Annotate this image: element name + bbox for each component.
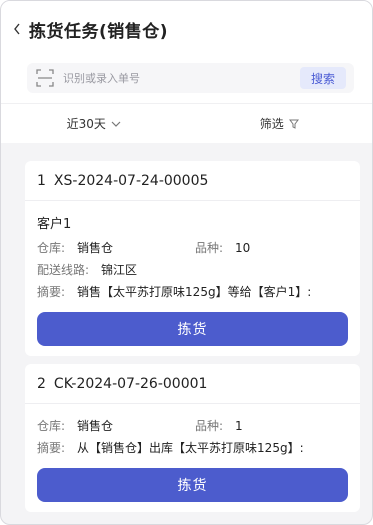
task-card: 2 CK-2024-07-26-00001 仓库: 销售仓 品种: 1 摘要: bbox=[25, 364, 360, 512]
route-row: 配送线路: 锦江区 bbox=[37, 260, 348, 280]
info-row: 仓库: 销售仓 品种: 10 bbox=[37, 238, 348, 258]
route-value: 锦江区 bbox=[101, 263, 138, 277]
order-number: CK-2024-07-26-00001 bbox=[53, 375, 208, 392]
date-range-label: 近30天 bbox=[66, 117, 106, 131]
warehouse-value: 销售仓 bbox=[77, 419, 114, 433]
variety-value: 1 bbox=[235, 419, 243, 433]
warehouse-value: 销售仓 bbox=[77, 241, 114, 255]
task-card-header: 1 XS-2024-07-24-00005 bbox=[25, 161, 360, 201]
pick-button[interactable]: 拣货 bbox=[37, 312, 348, 346]
task-card-body: 客户1 仓库: 销售仓 品种: 10 配送线路: 锦江区 摘要: 销售【太平苏打… bbox=[25, 201, 360, 356]
search-button[interactable]: 搜索 bbox=[299, 67, 346, 89]
page-title: 拣货任务(销售仓) bbox=[29, 21, 169, 42]
app-frame: 拣货任务(销售仓) 识别或录入单号 搜索 近30天 筛选 1 XS-2024-0… bbox=[0, 0, 373, 525]
summary-label: 摘要: bbox=[37, 441, 66, 455]
search-input[interactable]: 识别或录入单号 bbox=[63, 70, 300, 86]
filter-bar: 近30天 筛选 bbox=[1, 103, 372, 143]
pick-button[interactable]: 拣货 bbox=[37, 468, 348, 502]
order-number: XS-2024-07-24-00005 bbox=[53, 172, 209, 189]
summary-value: 销售【太平苏打原味125g】等给【客户1】: bbox=[77, 285, 312, 299]
task-list: 1 XS-2024-07-24-00005 客户1 仓库: 销售仓 品种: 10 bbox=[1, 143, 372, 512]
task-card: 1 XS-2024-07-24-00005 客户1 仓库: 销售仓 品种: 10 bbox=[25, 161, 360, 356]
search-bar[interactable]: 识别或录入单号 搜索 bbox=[27, 63, 354, 93]
filter-button[interactable]: 筛选 bbox=[187, 115, 373, 132]
top-bar: 拣货任务(销售仓) bbox=[1, 1, 372, 57]
summary-row: 摘要: 销售【太平苏打原味125g】等给【客户1】: bbox=[37, 282, 348, 302]
funnel-icon bbox=[288, 119, 299, 129]
search-section: 识别或录入单号 搜索 bbox=[1, 57, 372, 103]
scan-icon[interactable] bbox=[35, 68, 55, 88]
info-row: 仓库: 销售仓 品种: 1 bbox=[37, 416, 348, 436]
customer-name: 客户1 bbox=[37, 217, 72, 232]
chevron-down-icon bbox=[111, 121, 121, 127]
variety-label: 品种: bbox=[195, 419, 224, 433]
summary-value: 从【销售仓】出库【太平苏打原味125g】: bbox=[77, 441, 304, 455]
date-range-dropdown[interactable]: 近30天 bbox=[1, 115, 187, 132]
summary-row: 摘要: 从【销售仓】出库【太平苏打原味125g】: bbox=[37, 438, 348, 458]
variety-value: 10 bbox=[235, 241, 251, 255]
warehouse-label: 仓库: bbox=[37, 241, 66, 255]
back-chevron-icon[interactable] bbox=[9, 21, 25, 37]
task-index: 1 bbox=[37, 172, 46, 189]
route-label: 配送线路: bbox=[37, 263, 90, 277]
task-card-body: 仓库: 销售仓 品种: 1 摘要: 从【销售仓】出库【太平苏打原味125g】: … bbox=[25, 404, 360, 512]
task-index: 2 bbox=[37, 375, 46, 392]
filter-label: 筛选 bbox=[259, 117, 284, 131]
task-card-header: 2 CK-2024-07-26-00001 bbox=[25, 364, 360, 404]
variety-label: 品种: bbox=[195, 241, 224, 255]
warehouse-label: 仓库: bbox=[37, 419, 66, 433]
summary-label: 摘要: bbox=[37, 285, 66, 299]
